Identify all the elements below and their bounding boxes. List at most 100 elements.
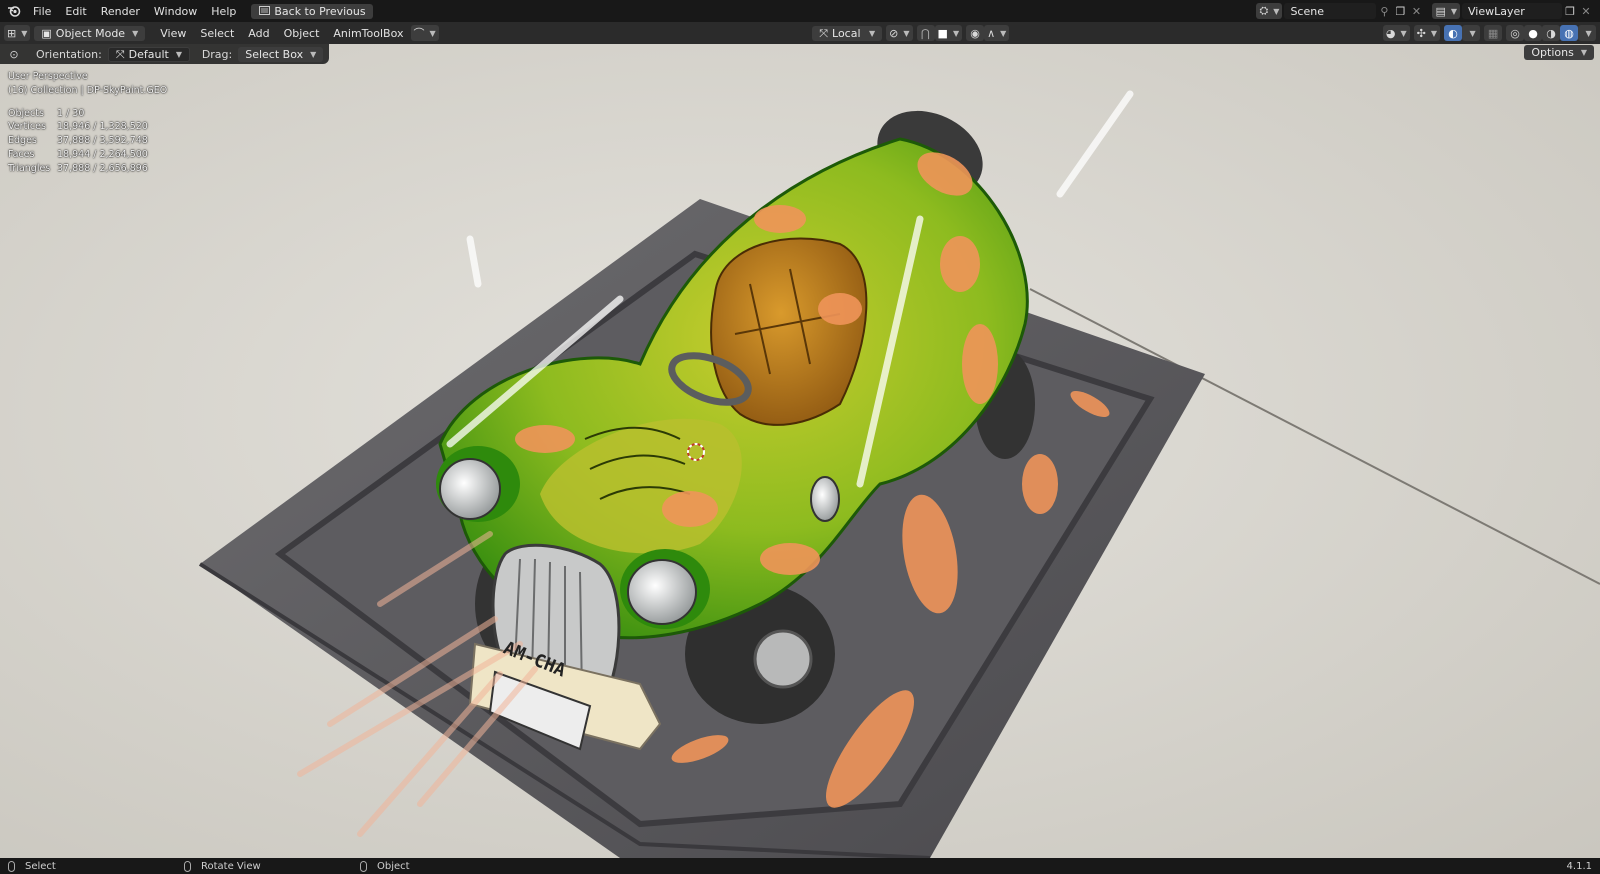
viewport-info-overlay: User Perspective (16) Collection | DP-Sk… [8,70,167,176]
chevron-down-icon: ▼ [1585,28,1592,38]
falloff-button[interactable]: ∧ ▼ [984,25,1010,41]
snap-toggle-button[interactable]: ⋂ [916,25,935,41]
drag-value: Select Box [245,47,304,61]
stat-value: 37,888 / 2,656,896 [57,162,148,174]
editor-type-button[interactable]: ⊞ ▼ [4,25,31,41]
shading-solid-button[interactable]: ● [1524,25,1543,41]
solid-sphere-icon: ● [1528,26,1538,40]
menu-help[interactable]: Help [204,3,243,20]
stat-row: Objects 1 / 30 [8,107,167,121]
status-select-label: Select [25,860,56,872]
stat-value: 37,888 / 3,592,748 [57,135,148,147]
new-scene-icon[interactable]: ❐ [1392,3,1408,19]
orientation-dropdown[interactable]: ⤧ Default ▼ [107,46,190,62]
menu-file[interactable]: File [26,3,58,20]
proportional-edit-button[interactable]: ◉ [966,25,985,41]
object-mode-dropdown[interactable]: ▣ Object Mode ▼ [34,25,146,41]
pivot-icon: ⊘ [889,26,899,40]
options-dropdown[interactable]: Options ▼ [1524,45,1594,60]
scene-name-field[interactable]: Scene [1284,3,1377,19]
object-mode-label: Object Mode [55,26,126,40]
stat-label: Vertices [8,121,46,133]
drag-label: Drag: [201,47,233,61]
chevron-down-icon: ▼ [21,28,28,38]
close-icon[interactable]: ✕ [1408,3,1424,19]
view-layer-selector-button[interactable]: ▤ ▼ [1432,3,1460,19]
left-headlamp [439,458,501,520]
stat-row: Edges 37,888 / 3,592,748 [8,134,167,148]
chevron-down-icon: ▼ [1273,6,1280,16]
chevron-down-icon: ▼ [175,49,182,59]
transform-orientation-label: Local [832,26,861,40]
overlay-dropdown-button[interactable]: ▼ [1462,25,1481,41]
falloff-curve-icon: ∧ [987,26,996,40]
chevron-down-icon: ▼ [1450,6,1457,16]
stat-row: Triangles 37,888 / 2,656,896 [8,162,167,176]
viewport-scene [0,44,1600,858]
shading-material-button[interactable]: ◑ [1542,25,1561,41]
3d-viewport[interactable]: AM-CHA [0,44,1600,858]
back-to-previous-button[interactable]: Back to Previous [251,3,373,19]
pin-icon[interactable]: ⚲ [1376,3,1392,19]
chevron-down-icon: ▼ [1580,48,1587,57]
stat-label: Objects [8,107,44,119]
viewport-header: ⊞ ▼ ▣ Object Mode ▼ View Select Add Objec… [0,22,1600,44]
car-seat [710,237,868,426]
stat-row: Vertices 18,946 / 1,328,520 [8,120,167,134]
menu-render[interactable]: Render [94,3,147,20]
stat-value: 18,946 / 1,328,520 [57,121,148,133]
menu-edit[interactable]: Edit [58,3,93,20]
transform-orientation-dropdown[interactable]: ⤧ Local ▼ [812,25,883,41]
menu-select[interactable]: Select [193,25,241,42]
snap-square-icon: ■ [937,26,948,40]
top-bar: File Edit Render Window Help Back to Pre… [0,0,1600,22]
chevron-down-icon: ▼ [1400,28,1407,38]
right-mouse-icon [360,860,367,872]
middle-mouse-icon [184,860,191,872]
blender-logo-icon[interactable] [6,3,22,19]
options-label: Options [1531,46,1574,59]
graph-curve-button[interactable]: ⌒ ▼ [410,25,439,41]
chevron-down-icon: ▼ [869,28,876,38]
shading-rendered-button[interactable]: ◍ [1560,25,1579,41]
menu-animtoolbox[interactable]: AnimToolBox [326,25,410,42]
xray-icon: ▦ [1487,26,1499,40]
pivot-point-button[interactable]: ⊘ ▼ [886,25,913,41]
stat-label: Triangles [8,162,51,174]
tool-icon[interactable]: ⊙ [6,46,22,62]
orientation-label: Orientation: [36,47,102,61]
menu-object[interactable]: Object [277,25,327,42]
overlay-icon: ◐ [1448,26,1458,40]
menu-add[interactable]: Add [241,25,276,42]
chevron-down-icon: ▼ [903,28,910,38]
stat-label: Edges [8,135,37,147]
chevron-down-icon: ▼ [1000,28,1007,38]
menu-view[interactable]: View [153,25,193,42]
view-layer-icon: ▤ [1435,4,1446,18]
gizmo-toggle-button[interactable]: ✣ ▼ [1413,25,1441,41]
shading-wireframe-button[interactable]: ◎ [1506,25,1525,41]
right-headlamp [627,559,697,625]
screen-back-icon [258,5,270,17]
left-mouse-icon [8,860,15,872]
menu-window[interactable]: Window [147,3,204,20]
collection-info: (16) Collection | DP-SkyPaint.GEO [8,84,168,96]
snap-target-button[interactable]: ■ ▼ [934,25,963,41]
overlay-toggle-button[interactable]: ◐ [1444,25,1463,41]
tool-settings-bar: ⊙ Orientation: ⤧ Default ▼ Drag: Select … [0,44,330,64]
side-mirror [810,476,840,522]
scene-selector-button[interactable]: ⛭ ▼ [1256,3,1283,19]
chevron-down-icon: ▼ [132,28,139,38]
status-rotate: Rotate View [184,860,360,872]
new-view-layer-icon[interactable]: ❐ [1562,3,1578,19]
gizmo-icon: ✣ [1416,26,1426,40]
wireframe-sphere-icon: ◎ [1510,26,1520,40]
view-layer-field[interactable]: ViewLayer [1462,3,1562,19]
shading-options-button[interactable]: ▼ [1578,25,1597,41]
visibility-button[interactable]: ◕ ▼ [1382,25,1410,41]
xray-toggle-button[interactable]: ▦ [1484,25,1503,41]
stat-label: Faces [8,148,35,160]
chevron-down-icon: ▼ [952,28,960,38]
drag-dropdown[interactable]: Select Box ▼ [238,46,324,62]
close-icon[interactable]: ✕ [1578,3,1594,19]
